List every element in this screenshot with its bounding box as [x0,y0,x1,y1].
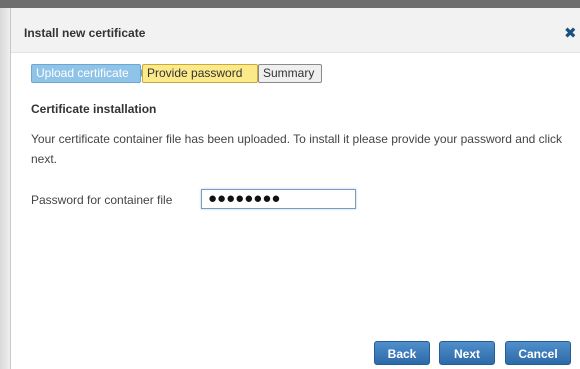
password-field[interactable]: ●●●●●●●● [201,189,356,209]
step-provide-password: Provide password [142,64,258,83]
background-edge [0,8,10,369]
back-button[interactable]: Back [374,341,430,365]
step-summary: Summary [258,64,322,83]
step-upload-certificate: Upload certificate [31,64,141,83]
install-certificate-dialog: Install new certificate ✖ Upload certifi… [10,8,580,369]
close-icon[interactable]: ✖ [564,26,580,42]
instructions-text: Your certificate container file has been… [31,132,562,166]
next-button[interactable]: Next [439,341,495,365]
dialog-titlebar: Install new certificate ✖ [11,8,580,53]
password-label: Password for container file [31,193,173,207]
section-title: Certificate installation [31,102,157,116]
window-top-bar [0,0,580,8]
cancel-button[interactable]: Cancel [505,341,571,365]
dialog-title: Install new certificate [24,26,146,40]
